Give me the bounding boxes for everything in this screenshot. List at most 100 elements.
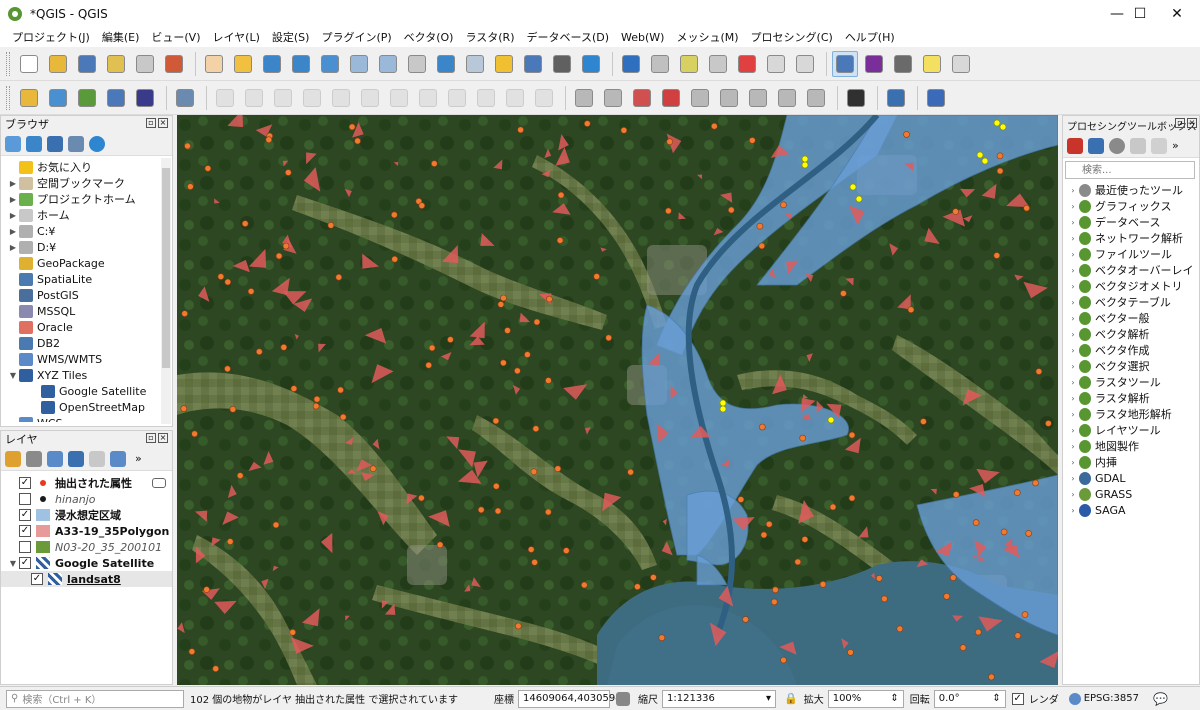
expand-arrow-icon[interactable]: › [1067, 314, 1079, 323]
map-canvas[interactable] [177, 115, 1058, 685]
magnifier-spinbox[interactable]: 100% ⇕ [827, 689, 904, 708]
browser-item-13[interactable]: ▼ XYZ Tiles [1, 367, 172, 383]
pan-hand-button[interactable] [201, 51, 227, 77]
gps-button[interactable] [132, 85, 158, 111]
menu-item-9[interactable]: Web(W) [615, 31, 670, 44]
toolbox-item-0[interactable]: › 最近使ったツール [1063, 182, 1199, 198]
data-source-manager-button[interactable] [16, 85, 42, 111]
toolbar-grip[interactable] [6, 85, 10, 110]
menu-item-6[interactable]: ベクタ(O) [398, 29, 460, 45]
plugin-rover-button[interactable] [843, 85, 869, 111]
expand-arrow-icon[interactable]: ▶ [7, 195, 19, 204]
browser-item-14[interactable]: Google Satellite [1, 383, 172, 399]
toolbox-item-14[interactable]: › ラスタ地形解析 [1063, 406, 1199, 422]
map-tips-button[interactable] [647, 51, 673, 77]
expand-arrow-icon[interactable]: ▶ [7, 179, 19, 188]
current-edits-button[interactable] [212, 85, 238, 111]
cut-features-button[interactable] [415, 85, 441, 111]
menu-item-3[interactable]: レイヤ(L) [206, 29, 265, 45]
save-project-button[interactable] [74, 51, 100, 77]
edit-features-icon[interactable] [1151, 137, 1167, 154]
browser-item-6[interactable]: GeoPackage [1, 255, 172, 271]
browser-item-9[interactable]: MSSQL [1, 303, 172, 319]
toggle-extents-icon[interactable] [616, 691, 630, 706]
browser-item-11[interactable]: DB2 [1, 335, 172, 351]
float-panel-icon[interactable]: ▫ [146, 433, 156, 443]
show-bookmarks-button[interactable] [520, 51, 546, 77]
layer-item-0[interactable]: ✓ 抽出された属性 [1, 475, 172, 491]
menu-item-10[interactable]: メッシュ(M) [670, 29, 744, 45]
locator-search-input[interactable]: ⚲ 検索（Ctrl + K） [6, 689, 184, 708]
browser-item-5[interactable]: ▶ D:¥ [1, 239, 172, 255]
zoom-out-button[interactable] [288, 51, 314, 77]
layer-item-4[interactable]: N03-20_35_200101 [1, 539, 172, 555]
python-console-button[interactable] [883, 85, 909, 111]
filter-legend-icon[interactable] [68, 450, 84, 467]
browser-item-10[interactable]: Oracle [1, 319, 172, 335]
menu-item-4[interactable]: 設定(S) [266, 29, 316, 45]
field-calculator-button[interactable] [792, 51, 818, 77]
browser-item-15[interactable]: OpenStreetMap [1, 399, 172, 415]
temporal-button[interactable] [549, 51, 575, 77]
toolbox-item-5[interactable]: › ベクタオーバーレイ [1063, 262, 1199, 278]
expand-arrow-icon[interactable]: › [1067, 410, 1079, 419]
show-hide-labels-button[interactable] [716, 85, 742, 111]
new-virtual-layer-button[interactable] [172, 85, 198, 111]
close-button[interactable]: ✕ [1154, 0, 1200, 27]
browser-item-7[interactable]: SpatiaLite [1, 271, 172, 287]
browser-item-3[interactable]: ▶ ホーム [1, 207, 172, 223]
toolbox-item-4[interactable]: › ファイルツール [1063, 246, 1199, 262]
annotation-button[interactable] [919, 51, 945, 77]
zoom-selection-button[interactable] [346, 51, 372, 77]
results-viewer-icon[interactable] [1130, 137, 1146, 154]
processing-toolbox-button[interactable] [832, 50, 858, 77]
measure-button[interactable] [890, 51, 916, 77]
zoom-native-button[interactable] [404, 51, 430, 77]
modify-attributes-button[interactable] [357, 85, 383, 111]
zoom-in-button[interactable] [259, 51, 285, 77]
toolbox-item-6[interactable]: › ベクタジオメトリ [1063, 278, 1199, 294]
copy-features-button[interactable] [444, 85, 470, 111]
expand-arrow-icon[interactable]: › [1067, 506, 1079, 515]
toolbox-item-16[interactable]: › 地図製作 [1063, 438, 1199, 454]
more-tools-icon[interactable]: » [135, 452, 142, 465]
expand-arrow-icon[interactable]: ▶ [7, 211, 19, 220]
expand-arrow-icon[interactable]: › [1067, 394, 1079, 403]
toolbox-item-12[interactable]: › ラスタツール [1063, 374, 1199, 390]
refresh-icon[interactable] [26, 135, 42, 152]
python-scripts-icon[interactable] [1088, 137, 1104, 154]
expand-arrow-icon[interactable]: › [1067, 346, 1079, 355]
highlight-labels-button[interactable] [658, 85, 684, 111]
toolbox-item-11[interactable]: › ベクタ選択 [1063, 358, 1199, 374]
layer-item-5[interactable]: ▼ ✓ Google Satellite [1, 555, 172, 571]
add-selected-layers-icon[interactable] [5, 135, 21, 152]
toolbox-item-17[interactable]: › 内挿 [1063, 454, 1199, 470]
refresh-button[interactable] [578, 51, 604, 77]
lock-scale-icon[interactable]: 🔒 [784, 692, 798, 705]
save-as-button[interactable] [103, 51, 129, 77]
print-layout-button[interactable] [132, 51, 158, 77]
layer-visibility-checkbox[interactable]: ✓ [19, 557, 31, 569]
expand-arrow-icon[interactable]: › [1067, 218, 1079, 227]
layer-visibility-checkbox[interactable]: ✓ [19, 509, 31, 521]
browser-item-1[interactable]: ▶ 空間ブックマーク [1, 175, 172, 191]
pan-to-selection-button[interactable] [230, 51, 256, 77]
expand-arrow-icon[interactable]: › [1067, 282, 1079, 291]
toggle-editing-button[interactable] [241, 85, 267, 111]
toolbox-item-1[interactable]: › グラフィックス [1063, 198, 1199, 214]
expand-arrow-icon[interactable]: › [1067, 250, 1079, 259]
close-panel-icon[interactable]: × [158, 118, 168, 128]
new-bookmark-button[interactable] [491, 51, 517, 77]
browser-item-0[interactable]: お気に入り [1, 159, 172, 175]
toolbar-grip[interactable] [6, 51, 10, 76]
render-checkbox[interactable]: ✓ [1011, 692, 1024, 705]
expand-arrow-icon[interactable]: › [1067, 490, 1079, 499]
menu-item-12[interactable]: ヘルプ(H) [839, 29, 901, 45]
layer-visibility-checkbox[interactable]: ✓ [31, 573, 43, 585]
new-project-button[interactable] [16, 51, 42, 77]
toolbox-item-13[interactable]: › ラスタ解析 [1063, 390, 1199, 406]
visibility-icon[interactable] [47, 450, 63, 467]
attribute-table-button[interactable] [763, 51, 789, 77]
deselect-button[interactable] [734, 51, 760, 77]
menu-item-7[interactable]: ラスタ(R) [459, 29, 520, 45]
